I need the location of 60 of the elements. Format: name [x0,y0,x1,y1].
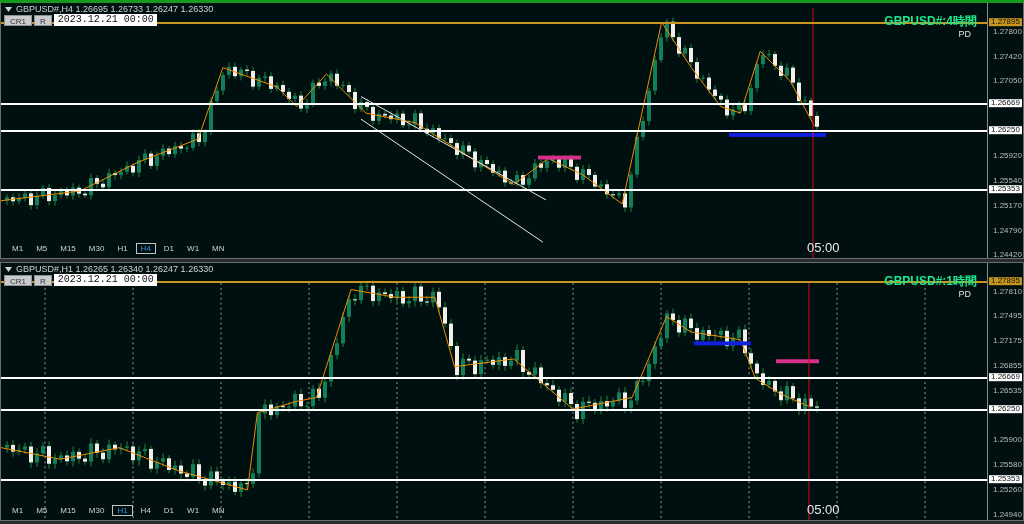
symbol-quote: GBPUSD#,H4 1.26695 1.26733 1.26247 1.26330 [16,4,214,14]
price-level-label: 1.26250 [989,405,1022,414]
price-tick: 1.25170 [993,200,1022,210]
time-label: 05:00 [807,240,840,255]
price-tick: 1.27420 [993,51,1022,61]
price-tick: 1.24940 [993,509,1022,519]
price-level-label: 1.25353 [989,185,1022,194]
date-field[interactable]: 2023.12.21 00:00 [53,14,157,26]
timeframe-button[interactable]: H4 [135,243,156,254]
price-tick: 1.27495 [993,311,1022,321]
toolbar-button[interactable]: CR1 [4,14,32,26]
price-tick: 1.25540 [993,175,1022,185]
date-field[interactable]: 2023.12.21 00:00 [53,274,157,286]
toolbar-button[interactable]: CR1 [4,274,32,286]
price-level-label: 1.26669 [989,98,1022,107]
price-tick: 1.24420 [993,249,1022,259]
price-tick: 1.24790 [993,225,1022,235]
price-tick: 1.26855 [993,360,1022,370]
timeframe-button[interactable]: M30 [83,243,110,254]
price-level-label: 1.26669 [989,372,1022,381]
zone-marker [776,359,819,364]
timeframe-button[interactable]: M5 [31,505,53,516]
timeframe-button[interactable]: MN [207,505,230,516]
dropdown-icon[interactable] [5,266,12,272]
timeframe-button[interactable]: H1 [112,505,133,516]
timeframe-button[interactable]: H4 [135,505,156,516]
price-level-label: 1.26250 [989,126,1022,135]
price-tick: 1.27800 [993,26,1022,36]
timeframe-button[interactable]: M1 [7,505,29,516]
indicator-sublabel: PD [958,289,971,299]
indicator-sublabel: PD [958,29,971,39]
timeframe-button[interactable]: MN [207,243,230,254]
price-tick: 1.25900 [993,435,1022,445]
symbol-quote: GBPUSD#,H1 1.26265 1.26340 1.26247 1.26330 [16,264,214,274]
price-level-label: 1.27895 [989,277,1022,286]
price-tick: 1.27175 [993,336,1022,346]
timeframe-button[interactable]: M5 [31,243,53,254]
price-tick: 1.25920 [993,150,1022,160]
price-level-label: 1.27895 [989,17,1022,26]
timeframe-button[interactable]: M15 [55,505,81,516]
timeframe-button[interactable]: H1 [112,243,133,254]
price-tick: 1.25580 [993,460,1022,469]
timeframe-button[interactable]: D1 [158,505,180,516]
price-tick: 1.27050 [993,76,1022,86]
timeframe-button[interactable]: M1 [7,243,29,254]
dropdown-icon[interactable] [5,6,12,12]
zone-marker [538,155,581,160]
timeframe-button[interactable]: M15 [55,243,81,254]
price-tick: 1.27810 [993,286,1022,296]
timeframe-button[interactable]: W1 [182,243,205,254]
price-tick: 1.25260 [993,484,1022,494]
time-label: 05:00 [807,502,840,517]
toolbar-button[interactable]: R [34,274,52,286]
timeframe-button[interactable]: D1 [158,243,180,254]
toolbar-button[interactable]: R [34,14,52,26]
price-tick: 1.26535 [993,385,1022,395]
timeframe-button[interactable]: W1 [182,505,205,516]
price-level-label: 1.25353 [989,475,1022,484]
zone-marker [694,341,751,346]
timeframe-button[interactable]: M30 [83,505,110,516]
